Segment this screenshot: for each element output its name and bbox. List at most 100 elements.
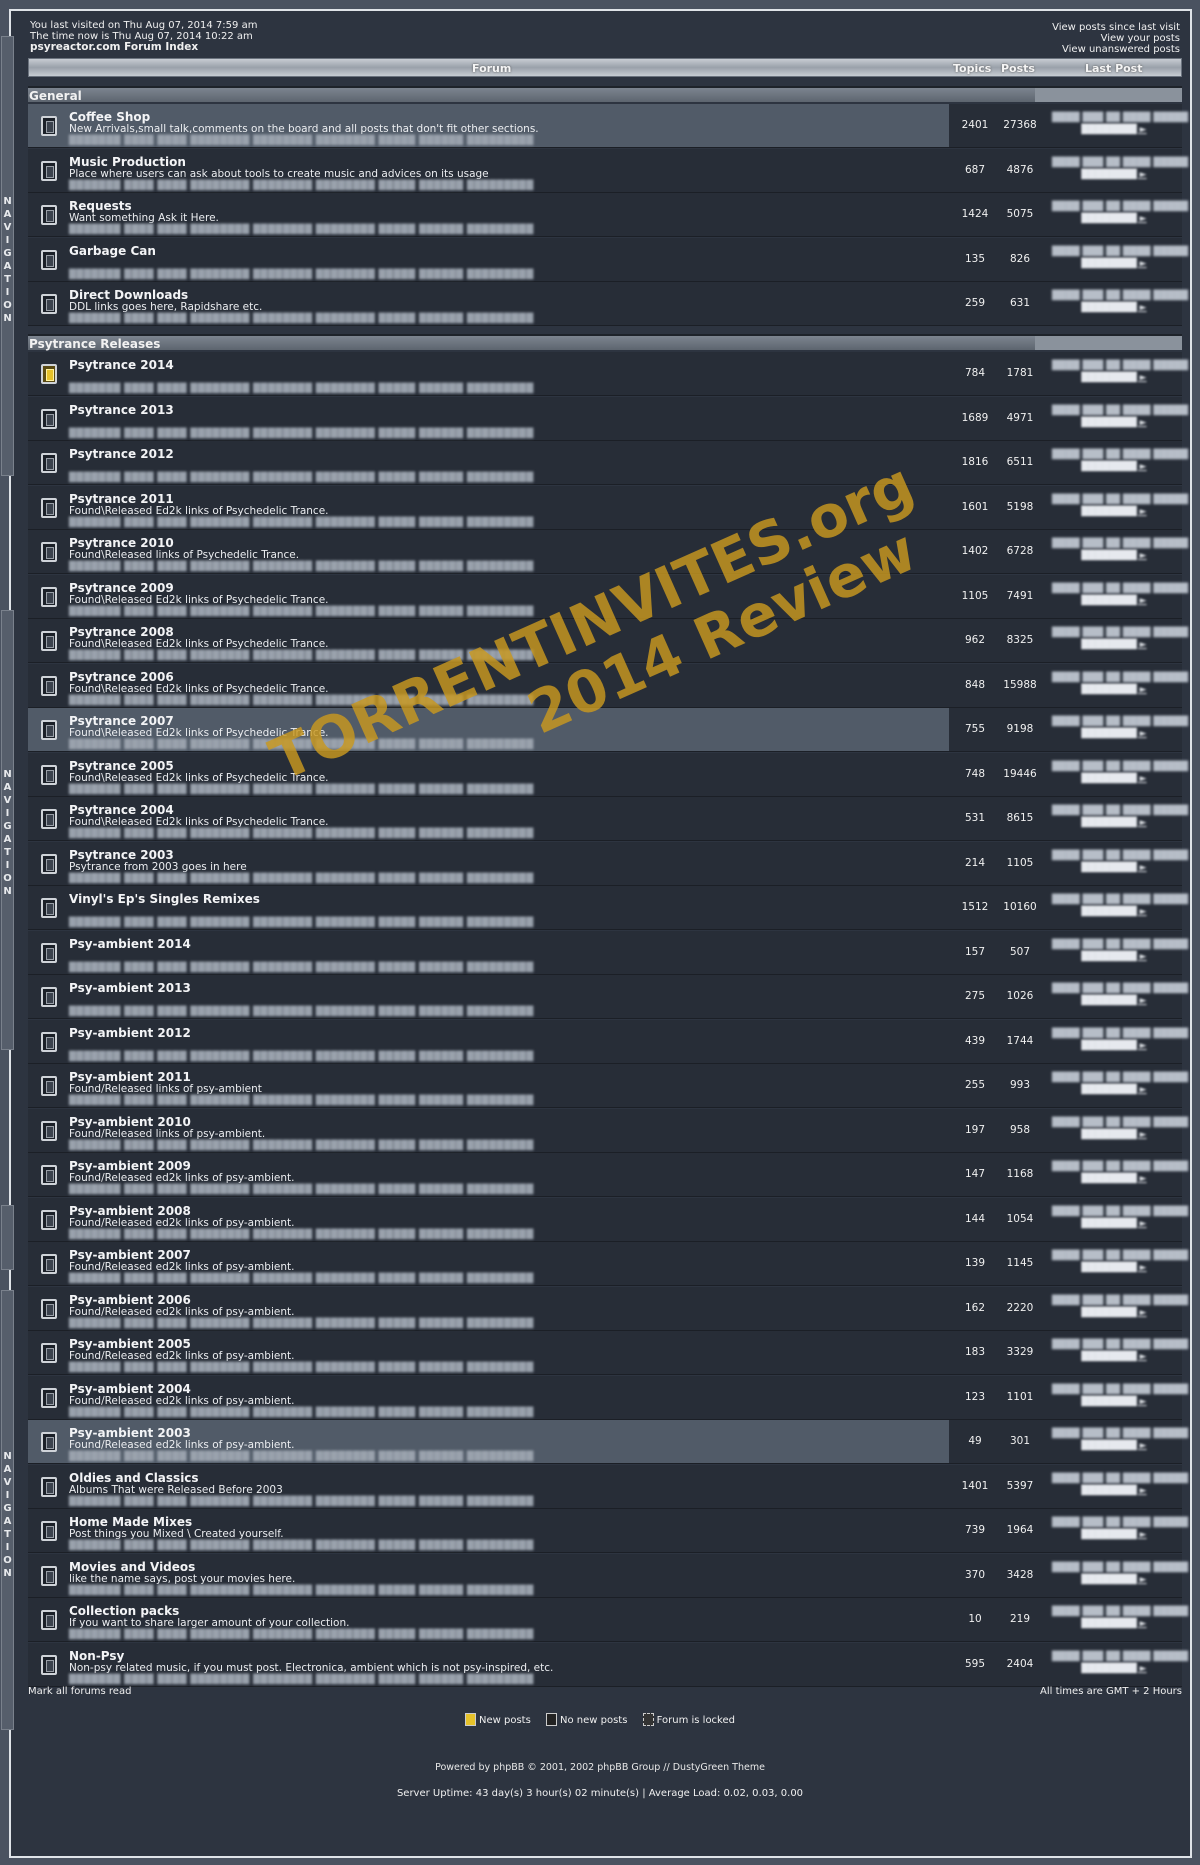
forum-name-link[interactable]: Psy-ambient 2012	[69, 1026, 191, 1040]
forum-name-link[interactable]: Psy-ambient 2003	[69, 1426, 191, 1440]
forum-row: Psy-ambient 2008 Found/Released ed2k link…	[28, 1197, 1188, 1242]
last-post-author-blurred[interactable]: ████████ ►	[1052, 1619, 1176, 1629]
nav-side-label-1[interactable]: NAVIGATION	[3, 195, 12, 325]
last-post-cell: ████ ███ ██ ████ █████ ████████ ►	[1046, 1020, 1188, 1063]
forum-name-link[interactable]: Home Made Mixes	[69, 1515, 192, 1529]
view-unanswered-posts-link[interactable]: View unanswered posts	[1052, 44, 1180, 55]
forum-description: Found\Released Ed2k links of Psychedelic…	[69, 504, 329, 517]
forum-name-link[interactable]: Psytrance 2013	[69, 403, 174, 417]
forum-name-link[interactable]: Psytrance 2007	[69, 714, 174, 728]
forum-index-link[interactable]: psyreactor.com Forum Index	[30, 42, 257, 53]
forum-name-link[interactable]: Psytrance 2010	[69, 536, 174, 550]
last-post-author-blurred[interactable]: ████████ ►	[1052, 125, 1176, 135]
forum-name-link[interactable]: Psytrance 2003	[69, 848, 174, 862]
header-posts: Posts	[1001, 62, 1035, 75]
forum-name-link[interactable]: Psytrance 2008	[69, 625, 174, 639]
view-posts-since-last-visit-link[interactable]: View posts since last visit	[1052, 22, 1180, 33]
view-your-posts-link[interactable]: View your posts	[1052, 33, 1180, 44]
last-post-author-blurred[interactable]: ████████ ►	[1052, 462, 1176, 472]
forum-cell: Psy-ambient 2012 ███████ ████ ████ ██████…	[28, 1020, 949, 1063]
no-new-posts-folder-icon	[41, 1432, 57, 1452]
last-post-author-blurred[interactable]: ████████ ►	[1052, 1130, 1176, 1140]
last-post-author-blurred[interactable]: ████████ ►	[1052, 1575, 1176, 1585]
last-post-author-blurred[interactable]: ████████ ►	[1052, 1263, 1176, 1273]
last-post-author-blurred[interactable]: ████████ ►	[1052, 1174, 1176, 1184]
last-post-author-blurred[interactable]: ████████ ►	[1052, 1486, 1176, 1496]
last-post-author-blurred[interactable]: ████████ ►	[1052, 774, 1176, 784]
last-post-author-blurred[interactable]: ████████ ►	[1052, 214, 1176, 224]
last-post-author-blurred[interactable]: ████████ ►	[1052, 996, 1176, 1006]
last-post-author-blurred[interactable]: ████████ ►	[1052, 818, 1176, 828]
last-post-author-blurred[interactable]: ████████ ►	[1052, 907, 1176, 917]
forum-name-link[interactable]: Direct Downloads	[69, 288, 188, 302]
forum-name-link[interactable]: Requests	[69, 199, 132, 213]
mark-all-read-link[interactable]: Mark all forums read	[28, 1686, 131, 1697]
forum-name-link[interactable]: Psy-ambient 2005	[69, 1337, 191, 1351]
last-post-author-blurred[interactable]: ████████ ►	[1052, 1085, 1176, 1095]
last-post-author-blurred[interactable]: ████████ ►	[1052, 1352, 1176, 1362]
last-post-author-blurred[interactable]: ████████ ►	[1052, 259, 1176, 269]
forum-name-link[interactable]: Collection packs	[69, 1604, 179, 1618]
forum-name-link[interactable]: Garbage Can	[69, 244, 156, 258]
last-post-author-blurred[interactable]: ████████ ►	[1052, 1219, 1176, 1229]
forum-name-link[interactable]: Psy-ambient 2004	[69, 1382, 191, 1396]
forum-name-link[interactable]: Non-Psy	[69, 1649, 124, 1663]
forum-topics-count: 135	[964, 252, 986, 265]
forum-name-link[interactable]: Psytrance 2009	[69, 581, 174, 595]
forum-topics-count: 139	[964, 1257, 986, 1269]
forum-name-link[interactable]: Psy-ambient 2006	[69, 1293, 191, 1307]
last-post-author-blurred[interactable]: ████████ ►	[1052, 551, 1176, 561]
forum-posts-count: 1054	[1006, 1212, 1034, 1225]
last-post-author-blurred[interactable]: ████████ ►	[1052, 1530, 1176, 1540]
forum-name-link[interactable]: Vinyl's Ep's Singles Remixes	[69, 892, 260, 906]
last-post-author-blurred[interactable]: ████████ ►	[1052, 303, 1176, 313]
last-post-author-blurred[interactable]: ████████ ►	[1052, 1041, 1176, 1051]
forum-name-link[interactable]: Psy-ambient 2014	[69, 937, 191, 951]
powered-by-text: Powered by phpBB © 2001, 2002 phpBB Grou…	[435, 1762, 765, 1773]
forum-posts-count: 1105	[1006, 856, 1034, 869]
forum-name-link[interactable]: Psy-ambient 2010	[69, 1115, 191, 1129]
forum-name-link[interactable]: Coffee Shop	[69, 110, 150, 124]
last-post-author-blurred[interactable]: ████████ ►	[1052, 373, 1176, 383]
last-post-author-blurred[interactable]: ████████ ►	[1052, 1664, 1176, 1674]
last-post-author-blurred[interactable]: ████████ ►	[1052, 952, 1176, 962]
forum-name-link[interactable]: Movies and Videos	[69, 1560, 195, 1574]
category-header[interactable]: Psytrance Releases	[28, 334, 1182, 351]
last-post-author-blurred[interactable]: ████████ ►	[1052, 640, 1176, 650]
no-new-posts-folder-icon	[41, 1165, 57, 1185]
last-post-author-blurred[interactable]: ████████ ►	[1052, 418, 1176, 428]
forum-name-link[interactable]: Psy-ambient 2011	[69, 1070, 191, 1084]
forum-name-link[interactable]: Psytrance 2014	[69, 358, 174, 372]
last-post-author-blurred[interactable]: ████████ ►	[1052, 685, 1176, 695]
forum-topics-count: 1105	[961, 589, 989, 602]
forum-name-link[interactable]: Psy-ambient 2013	[69, 981, 191, 995]
last-post-author-blurred[interactable]: ████████ ►	[1052, 170, 1176, 180]
nav-side-label-3[interactable]: NAVIGATION	[3, 1450, 12, 1580]
forum-name-link[interactable]: Music Production	[69, 155, 186, 169]
forum-posts-count: 1964	[1006, 1524, 1034, 1536]
nav-side-label-2[interactable]: NAVIGATION	[3, 768, 12, 898]
last-post-author-blurred[interactable]: ████████ ►	[1052, 1441, 1176, 1451]
nav-side-tab-3[interactable]	[1, 1205, 14, 1270]
last-post-author-blurred[interactable]: ████████ ►	[1052, 1397, 1176, 1407]
category-title[interactable]: Psytrance Releases	[29, 337, 160, 351]
no-new-posts-folder-icon	[41, 497, 57, 518]
last-post-date-blurred: ████ ███ ██ ████ █████	[1052, 291, 1189, 301]
last-post-author-blurred[interactable]: ████████ ►	[1052, 1308, 1176, 1318]
forum-name-link[interactable]: Psytrance 2005	[69, 759, 174, 773]
forum-name-link[interactable]: Psytrance 2006	[69, 670, 174, 684]
forum-name-link[interactable]: Psy-ambient 2008	[69, 1204, 191, 1218]
forum-name-link[interactable]: Psytrance 2004	[69, 803, 174, 817]
category-header[interactable]: General	[28, 86, 1182, 103]
category-title[interactable]: General	[29, 89, 82, 103]
forum-name-link[interactable]: Psytrance 2012	[69, 447, 174, 461]
last-post-author-blurred[interactable]: ████████ ►	[1052, 596, 1176, 606]
forum-name-link[interactable]: Oldies and Classics	[69, 1471, 199, 1485]
forum-topics-count: 2401	[961, 119, 989, 131]
forum-name-link[interactable]: Psy-ambient 2009	[69, 1159, 191, 1173]
last-post-author-blurred[interactable]: ████████ ►	[1052, 863, 1176, 873]
last-post-author-blurred[interactable]: ████████ ►	[1052, 507, 1176, 517]
forum-name-link[interactable]: Psy-ambient 2007	[69, 1248, 191, 1262]
last-post-author-blurred[interactable]: ████████ ►	[1052, 729, 1176, 739]
forum-name-link[interactable]: Psytrance 2011	[69, 492, 174, 506]
